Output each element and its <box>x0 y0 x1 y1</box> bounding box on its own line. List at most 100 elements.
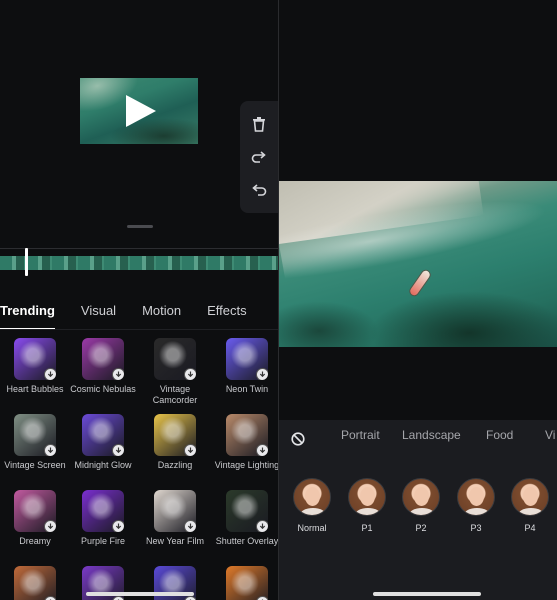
tab-food[interactable]: Food <box>486 428 513 442</box>
effect-item[interactable] <box>212 566 278 600</box>
filter-preview-avatar <box>511 478 549 516</box>
download-icon[interactable] <box>44 444 56 456</box>
tab-landscape[interactable]: Landscape <box>402 428 461 442</box>
midnight-glow-thumb[interactable] <box>82 414 124 456</box>
filter-panel: Portrait Landscape Food Vi Normal P1 P2 … <box>279 420 557 600</box>
dreamy-thumb[interactable] <box>14 490 56 532</box>
download-icon[interactable] <box>184 520 196 532</box>
download-icon[interactable] <box>184 596 196 600</box>
effect-label: Vintage Screen <box>4 460 66 470</box>
vintage-lighting-thumb[interactable] <box>226 414 268 456</box>
download-icon[interactable] <box>112 596 124 600</box>
effect-item[interactable]: Vintage Lighting <box>212 414 278 471</box>
effect-label: Neon Twin <box>225 384 269 394</box>
tab-portrait[interactable]: Portrait <box>341 428 380 442</box>
download-icon[interactable] <box>44 520 56 532</box>
filter-p2[interactable]: P2 <box>399 478 443 533</box>
filter-p1[interactable]: P1 <box>345 478 389 533</box>
neon-twin-thumb[interactable] <box>226 338 268 380</box>
tab-vi[interactable]: Vi <box>545 428 555 442</box>
effect-label: Vintage Lighting <box>214 460 278 470</box>
dazzling-thumb[interactable] <box>154 414 196 456</box>
filter-label: P4 <box>524 523 536 533</box>
cosmic-nebulas-thumb[interactable] <box>82 338 124 380</box>
filters-editor-panel: Portrait Landscape Food Vi Normal P1 P2 … <box>279 0 557 600</box>
effect-item[interactable]: Vintage Screen <box>0 414 70 471</box>
effect-item[interactable]: Dreamy <box>0 490 70 547</box>
no-filter-icon[interactable] <box>291 432 305 446</box>
download-icon[interactable] <box>256 596 268 600</box>
photo-preview <box>279 181 557 347</box>
effect-label: Purple Fire <box>80 536 125 546</box>
tabs-divider <box>0 329 278 330</box>
effect-item[interactable]: Purple Fire <box>68 490 138 547</box>
download-icon[interactable] <box>184 368 196 380</box>
effect-thumb[interactable] <box>226 566 268 600</box>
effect-item[interactable]: Cosmic Nebulas <box>68 338 138 395</box>
filter-p3[interactable]: P3 <box>454 478 498 533</box>
effect-item[interactable]: Vintage Camcorder <box>140 338 210 406</box>
filter-category-tabs: Portrait Landscape Food Vi <box>279 428 557 448</box>
download-icon[interactable] <box>256 520 268 532</box>
tab-visual[interactable]: Visual <box>81 300 116 330</box>
download-icon[interactable] <box>184 444 196 456</box>
download-icon[interactable] <box>256 368 268 380</box>
download-icon[interactable] <box>256 444 268 456</box>
filter-list: Normal P1 P2 P3 P4 <box>279 478 557 538</box>
download-icon[interactable] <box>112 444 124 456</box>
filter-normal[interactable]: Normal <box>290 478 334 533</box>
filter-label: P3 <box>470 523 482 533</box>
effect-label: Cosmic Nebulas <box>70 384 136 394</box>
home-indicator <box>86 592 194 596</box>
vintage-screen-thumb[interactable] <box>14 414 56 456</box>
play-icon[interactable] <box>126 95 156 127</box>
vintage-camcorder-thumb[interactable] <box>154 338 196 380</box>
filter-preview-avatar <box>402 478 440 516</box>
side-toolbar <box>240 101 278 213</box>
shutter-overlay-thumb[interactable] <box>226 490 268 532</box>
effect-label: Heart Bubbles <box>6 384 64 394</box>
heart-bubbles-thumb[interactable] <box>14 338 56 380</box>
filter-label: P2 <box>415 523 427 533</box>
effect-category-tabs: Trending Visual Motion Effects <box>0 300 278 330</box>
filter-label: P1 <box>361 523 373 533</box>
effect-label: Dazzling <box>157 460 193 470</box>
download-icon[interactable] <box>44 596 56 600</box>
download-icon[interactable] <box>112 520 124 532</box>
effect-item[interactable]: Shutter Overlay <box>212 490 278 547</box>
timeline[interactable] <box>0 248 278 276</box>
effect-label: Dreamy <box>19 536 51 546</box>
home-indicator <box>373 592 481 596</box>
timeline-playhead[interactable] <box>25 248 28 276</box>
redo-icon[interactable] <box>247 145 271 169</box>
tab-motion[interactable]: Motion <box>142 300 181 330</box>
effect-item[interactable]: Midnight Glow <box>68 414 138 471</box>
drag-handle[interactable] <box>127 225 153 228</box>
effects-editor-panel: Trending Visual Motion Effects Heart Bub… <box>0 0 278 600</box>
video-preview[interactable] <box>80 78 198 144</box>
new-year-film-thumb[interactable] <box>154 490 196 532</box>
filter-p4[interactable]: P4 <box>508 478 552 533</box>
effect-thumb[interactable] <box>14 566 56 600</box>
timeline-frames[interactable] <box>0 256 278 270</box>
tab-trending[interactable]: Trending <box>0 300 55 330</box>
download-icon[interactable] <box>112 368 124 380</box>
filter-preview-avatar <box>348 478 386 516</box>
download-icon[interactable] <box>44 368 56 380</box>
undo-icon[interactable] <box>247 178 271 202</box>
filter-preview-avatar <box>457 478 495 516</box>
effect-label: Midnight Glow <box>74 460 132 470</box>
effect-label: Vintage Camcorder <box>152 384 198 405</box>
photo-reef <box>369 291 557 347</box>
photo-reef <box>279 301 379 347</box>
effect-item[interactable] <box>0 566 70 600</box>
purple-fire-thumb[interactable] <box>82 490 124 532</box>
trash-icon[interactable] <box>247 112 271 136</box>
timeline-top-line <box>0 248 278 249</box>
effect-item[interactable]: New Year Film <box>140 490 210 547</box>
effect-item[interactable]: Dazzling <box>140 414 210 471</box>
effect-item[interactable]: Heart Bubbles <box>0 338 70 395</box>
effect-label: New Year Film <box>145 536 205 546</box>
effect-item[interactable]: Neon Twin <box>212 338 278 395</box>
tab-effects[interactable]: Effects <box>207 300 247 330</box>
